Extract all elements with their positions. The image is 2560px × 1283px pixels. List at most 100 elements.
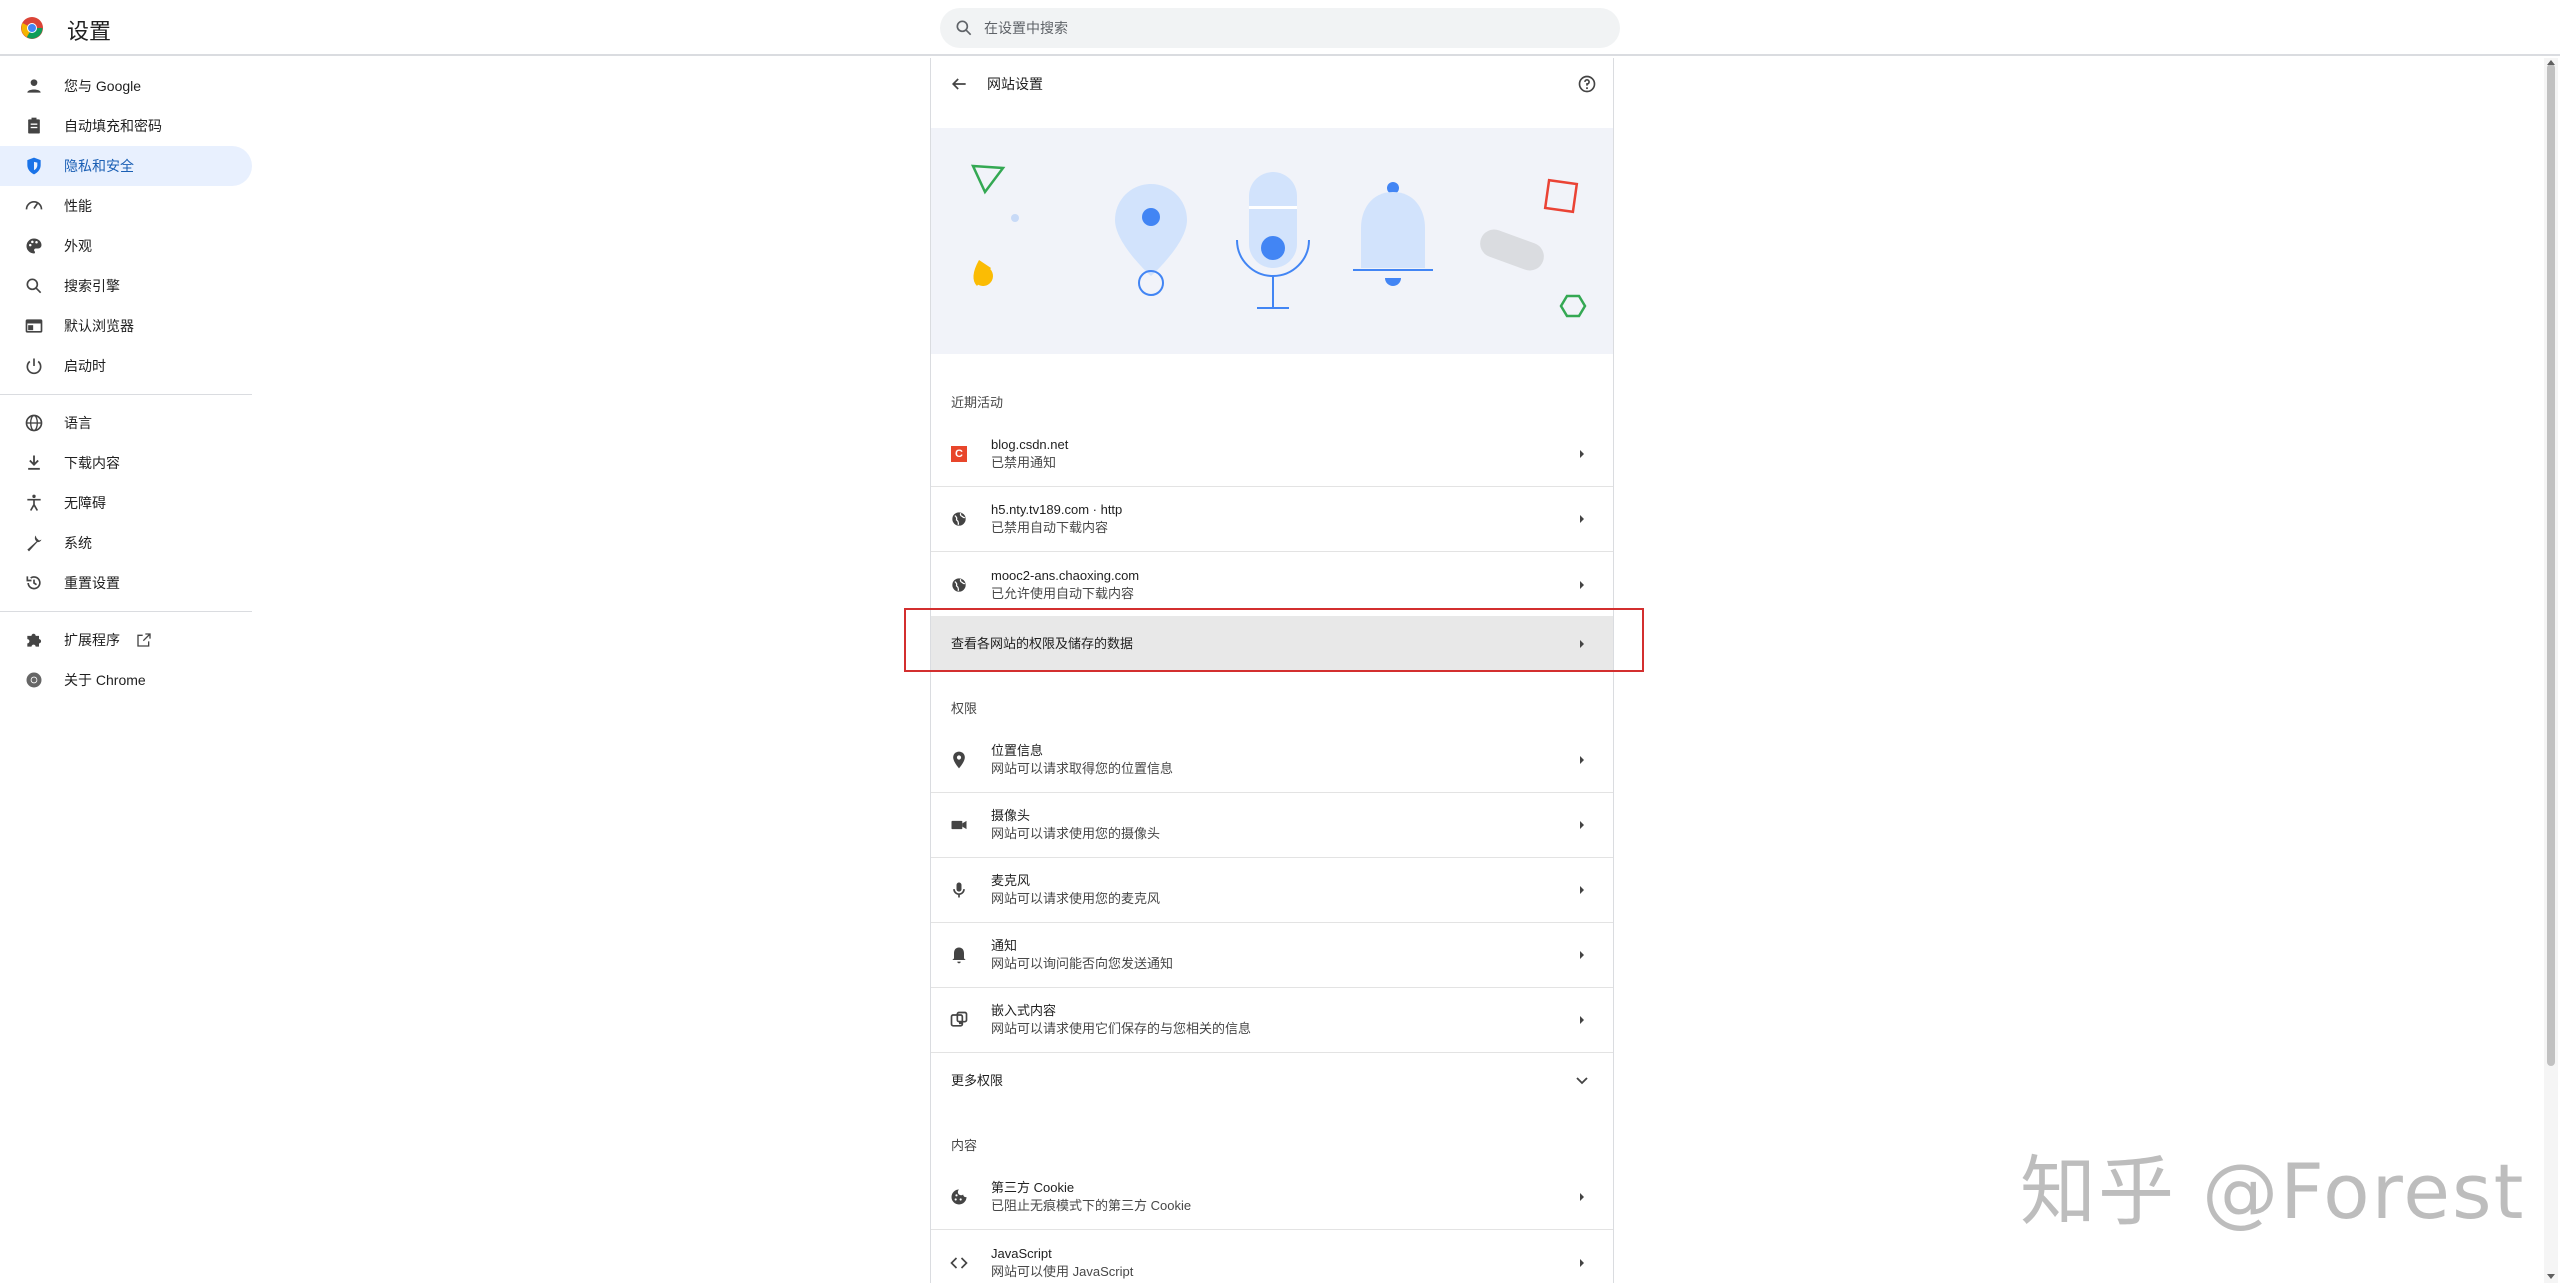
chrome-icon bbox=[26, 672, 42, 688]
chevron-right-icon bbox=[1580, 886, 1584, 894]
sidebar-item-label: 启动时 bbox=[64, 358, 106, 374]
permission-desc: 网站可以请求使用您的摄像头 bbox=[991, 826, 1161, 841]
content-row-third-party-cookies[interactable]: 第三方 Cookie 已阻止无痕模式下的第三方 Cookie bbox=[931, 1165, 1613, 1230]
chevron-right-icon bbox=[1580, 1016, 1584, 1024]
search-icon bbox=[26, 278, 42, 294]
help-icon[interactable] bbox=[1577, 74, 1597, 94]
history-icon bbox=[26, 576, 41, 590]
code-icon bbox=[950, 1256, 968, 1269]
sidebar-item-reset[interactable]: 重置设置 bbox=[0, 563, 252, 603]
sidebar-item-label: 关于 Chrome bbox=[64, 672, 146, 688]
site-name: mooc2-ans.chaoxing.com bbox=[991, 567, 1140, 583]
globe-icon bbox=[25, 414, 43, 432]
sidebar-item-performance[interactable]: 性能 bbox=[0, 186, 252, 226]
permission-title: 麦克风 bbox=[991, 873, 1031, 888]
chevron-right-icon bbox=[1580, 1258, 1584, 1267]
site-status: 已允许使用自动下载内容 bbox=[991, 585, 1135, 601]
site-status: 已禁用通知 bbox=[991, 455, 1057, 470]
csdn-icon: C bbox=[949, 444, 969, 464]
sidebar-item-extensions[interactable]: 扩展程序 bbox=[0, 620, 252, 660]
gauge-icon bbox=[25, 201, 43, 210]
location-icon bbox=[953, 751, 965, 769]
permission-desc: 网站可以请求使用它们保存的与您相关的信息 bbox=[991, 1021, 1252, 1036]
annotation-highlight-box bbox=[904, 608, 1644, 672]
power-icon bbox=[26, 358, 42, 375]
sidebar-item-label: 自动填充和密码 bbox=[64, 118, 162, 134]
sidebar-item-appearance[interactable]: 外观 bbox=[0, 226, 252, 266]
content-desc: 已阻止无痕模式下的第三方 Cookie bbox=[991, 1198, 1192, 1213]
sidebar-item-label: 隐私和安全 bbox=[64, 158, 134, 174]
subpage-title: 网站设置 bbox=[987, 76, 1043, 92]
more-permissions-toggle[interactable]: 更多权限 bbox=[931, 1053, 1613, 1109]
permissions-heading: 权限 bbox=[951, 701, 978, 716]
permission-title: 嵌入式内容 bbox=[991, 1003, 1057, 1018]
top-bar: 设置 bbox=[0, 0, 2560, 56]
permission-title: 通知 bbox=[991, 938, 1018, 953]
wrench-icon bbox=[27, 535, 42, 552]
scroll-up-arrow-icon[interactable] bbox=[2546, 58, 2556, 66]
sidebar-item-label: 无障碍 bbox=[64, 495, 106, 511]
hero-illustration bbox=[931, 128, 1613, 354]
scroll-down-arrow-icon[interactable] bbox=[2546, 1273, 2556, 1281]
sidebar-item-label: 性能 bbox=[64, 198, 92, 214]
sidebar-item-autofill[interactable]: 自动填充和密码 bbox=[0, 106, 252, 146]
chevron-down-icon bbox=[1576, 1077, 1588, 1085]
sidebar: 您与 Google 自动填充和密码 隐私和安全 性能 外观 搜索引擎 默认浏览器… bbox=[0, 66, 252, 700]
permission-row-embedded-content[interactable]: 嵌入式内容 网站可以请求使用它们保存的与您相关的信息 bbox=[931, 988, 1613, 1053]
recent-site-row[interactable]: h5.nty.tv189.com · http 已禁用自动下载内容 bbox=[931, 487, 1613, 552]
content-title: 第三方 Cookie bbox=[991, 1180, 1075, 1195]
permission-title: 摄像头 bbox=[991, 808, 1031, 823]
content-row-javascript[interactable]: JavaScript 网站可以使用 JavaScript bbox=[931, 1230, 1613, 1283]
search-icon bbox=[956, 20, 972, 36]
permissions-illustration bbox=[970, 164, 1587, 318]
permission-row-notifications[interactable]: 通知 网站可以询问能否向您发送通知 bbox=[931, 923, 1613, 988]
sidebar-item-label: 您与 Google bbox=[64, 78, 142, 94]
sidebar-item-languages[interactable]: 语言 bbox=[0, 403, 252, 443]
chevron-right-icon bbox=[1580, 515, 1584, 523]
site-name: blog.csdn.net bbox=[991, 437, 1069, 452]
recent-site-row[interactable]: C blog.csdn.net 已禁用通知 bbox=[931, 422, 1613, 487]
site-status: 已禁用自动下载内容 bbox=[991, 520, 1109, 535]
sidebar-item-label: 系统 bbox=[64, 535, 92, 551]
back-arrow-icon[interactable] bbox=[949, 74, 969, 94]
sidebar-item-label: 搜索引擎 bbox=[64, 278, 120, 294]
watermark: 知乎 @Forest bbox=[2020, 1147, 2526, 1236]
page-title: 设置 bbox=[67, 19, 112, 44]
sidebar-item-label: 下载内容 bbox=[64, 455, 120, 471]
sidebar-item-label: 语言 bbox=[64, 415, 92, 431]
sidebar-item-default-browser[interactable]: 默认浏览器 bbox=[0, 306, 252, 346]
permission-desc: 网站可以询问能否向您发送通知 bbox=[991, 956, 1174, 971]
scrollbar-thumb[interactable] bbox=[2547, 64, 2555, 1066]
puzzle-icon bbox=[27, 633, 42, 647]
permission-row-camera[interactable]: 摄像头 网站可以请求使用您的摄像头 bbox=[931, 793, 1613, 858]
sidebar-item-system[interactable]: 系统 bbox=[0, 523, 252, 563]
camera-icon bbox=[951, 820, 967, 830]
bell-icon bbox=[952, 947, 966, 964]
sidebar-item-label: 外观 bbox=[64, 238, 92, 254]
sidebar-item-about-chrome[interactable]: 关于 Chrome bbox=[0, 660, 252, 700]
search-input[interactable] bbox=[984, 8, 1584, 48]
permission-row-microphone[interactable]: 麦克风 网站可以请求使用您的麦克风 bbox=[931, 858, 1613, 923]
download-icon bbox=[28, 455, 40, 470]
permission-title: 位置信息 bbox=[991, 743, 1044, 758]
clipboard-icon bbox=[28, 117, 40, 134]
sidebar-item-downloads[interactable]: 下载内容 bbox=[0, 443, 252, 483]
sidebar-item-accessibility[interactable]: 无障碍 bbox=[0, 483, 252, 523]
sidebar-item-search-engine[interactable]: 搜索引擎 bbox=[0, 266, 252, 306]
mic-icon bbox=[953, 882, 965, 898]
sidebar-divider bbox=[0, 394, 252, 395]
site-name: h5.nty.tv189.com · http bbox=[991, 502, 1123, 517]
palette-icon bbox=[26, 238, 42, 254]
permission-desc: 网站可以请求使用您的麦克风 bbox=[991, 891, 1161, 906]
search-box[interactable] bbox=[940, 8, 1620, 48]
recent-activity-heading: 近期活动 bbox=[951, 395, 1004, 410]
permission-row-location[interactable]: 位置信息 网站可以请求取得您的位置信息 bbox=[931, 728, 1613, 793]
chevron-right-icon bbox=[1580, 821, 1584, 829]
more-permissions-label: 更多权限 bbox=[951, 1073, 1004, 1088]
permission-desc: 网站可以请求取得您的位置信息 bbox=[991, 761, 1174, 776]
accessibility-icon bbox=[27, 494, 41, 511]
sidebar-item-on-startup[interactable]: 启动时 bbox=[0, 346, 252, 386]
embed-icon bbox=[950, 1011, 968, 1027]
sidebar-item-you-and-google[interactable]: 您与 Google bbox=[0, 66, 252, 106]
sidebar-item-privacy[interactable]: 隐私和安全 bbox=[0, 146, 252, 186]
